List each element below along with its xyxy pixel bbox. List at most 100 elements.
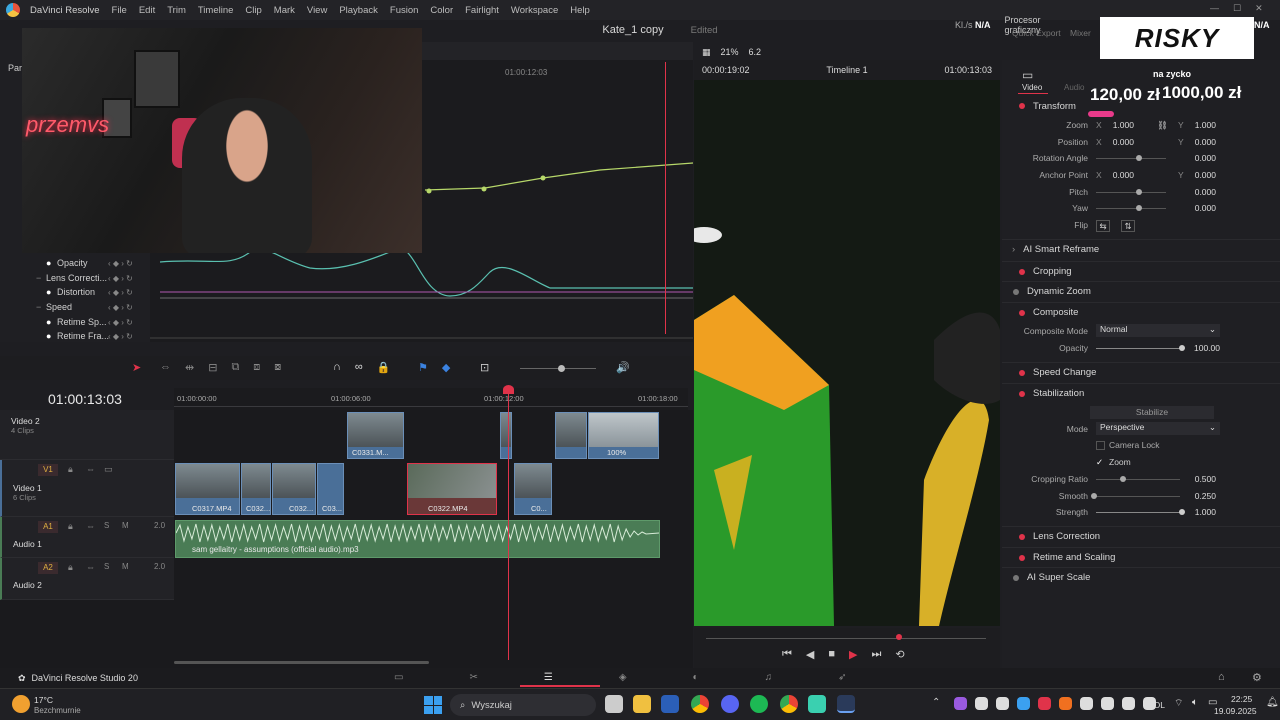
snapping-icon[interactable]: ∩ (333, 361, 341, 374)
mute-button[interactable]: M (122, 562, 129, 571)
track-id-a1[interactable]: A1 (38, 521, 58, 533)
flip-vertical-icon[interactable]: ⇅ (1121, 220, 1135, 232)
menu-fusion[interactable]: Fusion (384, 5, 425, 16)
scrubber-bar[interactable] (706, 638, 986, 639)
section-transform[interactable]: Transform (1002, 96, 1280, 116)
fusion-page-icon[interactable]: ◈ (619, 672, 627, 683)
playhead-handle[interactable] (503, 385, 514, 394)
timeline-playhead[interactable] (508, 388, 509, 660)
smooth-field[interactable]: 0.250 (1176, 491, 1216, 501)
menu-workspace[interactable]: Workspace (505, 5, 564, 16)
solo-button[interactable]: S (104, 562, 109, 571)
menu-trim[interactable]: Trim (161, 5, 192, 16)
trim-tool-icon[interactable]: ⇔ (160, 361, 171, 374)
tray-app-icon[interactable] (1059, 697, 1072, 710)
anchor-y-field[interactable]: 0.000 (1176, 170, 1216, 180)
pitch-slider[interactable] (1136, 189, 1142, 195)
auto-select-icon[interactable]: ⇔ (86, 464, 95, 474)
chrome-icon[interactable] (691, 695, 709, 713)
track-visibility-icon[interactable]: ▭ (104, 464, 113, 475)
discord-icon[interactable] (721, 695, 739, 713)
section-stabilization[interactable]: Stabilization (1002, 383, 1280, 403)
home-icon[interactable]: ⌂ (1218, 671, 1225, 683)
video-viewer[interactable] (694, 80, 1000, 626)
video-tab-icon[interactable]: ▭ (1022, 68, 1033, 82)
word-icon[interactable] (661, 695, 679, 713)
notification-bell-icon[interactable]: 🔔︎ (1266, 697, 1279, 708)
color-page-icon[interactable]: ◐ (693, 672, 699, 683)
lock-track-icon[interactable]: 🔒︎ (68, 464, 73, 475)
menu-playback[interactable]: Playback (333, 5, 384, 16)
tray-app-icon[interactable] (1101, 697, 1114, 710)
windows-start-icon[interactable] (424, 696, 442, 714)
param-opacity[interactable]: ● Opacity ‹ ◆ › ↻ (0, 256, 150, 270)
link-icon[interactable]: ⛓ (1157, 120, 1168, 131)
menu-file[interactable]: File (106, 5, 133, 16)
menu-fairlight[interactable]: Fairlight (459, 5, 505, 16)
auto-select-icon[interactable]: ⇔ (86, 562, 95, 572)
timeline-clip[interactable]: C03... (317, 463, 344, 515)
settings-gear-icon[interactable]: ⚙ (1252, 671, 1262, 684)
auto-select-icon[interactable]: ⇔ (86, 521, 95, 531)
mode-dropdown[interactable]: Perspective ⌄ (1096, 422, 1220, 435)
param-lens-correction[interactable]: − Lens Correcti... ‹ ◆ › ↻ (0, 271, 150, 285)
timeline-clip[interactable]: 100% (588, 412, 659, 459)
minimize-icon[interactable]: — (1210, 3, 1219, 14)
yaw-slider[interactable] (1136, 205, 1142, 211)
volume-icon[interactable]: 🔊 (616, 361, 630, 374)
app-icon[interactable] (808, 695, 826, 713)
clock-date[interactable]: 19.09.2025 (1214, 706, 1257, 716)
section-retime-scaling[interactable]: Retime and Scaling (1002, 547, 1280, 567)
timeline-clip[interactable]: C0317.MP4 (175, 463, 240, 515)
insert-clip-icon[interactable]: ⧉ (231, 361, 239, 374)
timeline-clip[interactable]: C032... (241, 463, 271, 515)
selected-timeline-clip[interactable]: C0322.MP4 (407, 463, 497, 515)
overwrite-clip-icon[interactable]: ⧈ (253, 361, 260, 374)
scrubber-playhead[interactable] (896, 634, 902, 640)
flip-horizontal-icon[interactable]: ⇆ (1096, 220, 1110, 232)
zoom-checkbox[interactable]: ✓ (1096, 457, 1103, 468)
graph-playhead[interactable] (665, 62, 666, 334)
dynamic-trim-icon[interactable]: ⇹ (185, 361, 194, 374)
chrome-icon[interactable] (780, 695, 798, 713)
taskbar-search[interactable]: ⌕ Wyszukaj (450, 694, 596, 716)
flag-icon[interactable]: ⚑ (418, 361, 428, 374)
file-explorer-icon[interactable] (633, 695, 651, 713)
cropping-ratio-slider[interactable] (1120, 476, 1126, 482)
tray-app-icon[interactable] (1017, 697, 1030, 710)
skip-start-icon[interactable]: ⏮ (782, 648, 792, 661)
network-icon[interactable]: ⌔ (1174, 697, 1183, 710)
lock-track-icon[interactable]: 🔒︎ (68, 562, 73, 573)
menu-help[interactable]: Help (564, 5, 596, 16)
replace-clip-icon[interactable]: ⧇ (274, 361, 281, 374)
loop-icon[interactable]: ⟲ (895, 648, 904, 661)
stabilize-button[interactable]: Stabilize (1090, 406, 1214, 419)
timeline-scrollbar[interactable] (174, 661, 429, 664)
composite-mode-dropdown[interactable]: Normal ⌄ (1096, 324, 1220, 337)
section-composite[interactable]: Composite (1002, 302, 1280, 322)
keyboard-language[interactable]: POL (1148, 700, 1165, 710)
edit-page-icon[interactable]: ☰ (544, 672, 553, 683)
tray-app-icon[interactable] (996, 697, 1009, 710)
param-speed[interactable]: − Speed ‹ ◆ › ↻ (0, 300, 150, 314)
opacity-field[interactable]: 100.00 (1180, 343, 1220, 353)
clock-time[interactable]: 22:25 (1231, 694, 1252, 704)
rotation-field[interactable]: 0.000 (1176, 153, 1216, 163)
weather-temp[interactable]: 17°C (34, 695, 53, 705)
tab-video[interactable]: Video (1022, 83, 1042, 92)
menu-color[interactable]: Color (424, 5, 459, 16)
stop-icon[interactable]: ■ (828, 648, 835, 661)
section-dynamic-zoom[interactable]: Dynamic Zoom (1002, 281, 1280, 301)
linked-selection-icon[interactable]: ∞ (355, 361, 363, 374)
timeline-ruler[interactable]: 01:00:00:00 01:00:06:00 01:00:12:00 01:0… (174, 388, 688, 410)
volume-tray-icon[interactable]: 🔈︎ (1192, 697, 1198, 708)
skip-end-icon[interactable]: ⏭ (872, 648, 882, 661)
lock-icon[interactable]: 🔒 (377, 361, 391, 374)
mute-button[interactable]: M (122, 521, 129, 530)
zoom-x-field[interactable]: 1.000 (1094, 120, 1134, 130)
section-lens-correction[interactable]: Lens Correction (1002, 526, 1280, 546)
param-retime-frame[interactable]: ● Retime Fra... ‹ ◆ › ↻ (0, 329, 150, 343)
play-icon[interactable]: ▶ (849, 648, 857, 661)
spotify-icon[interactable] (750, 695, 768, 713)
timeline-name[interactable]: Timeline 1 (826, 65, 867, 75)
